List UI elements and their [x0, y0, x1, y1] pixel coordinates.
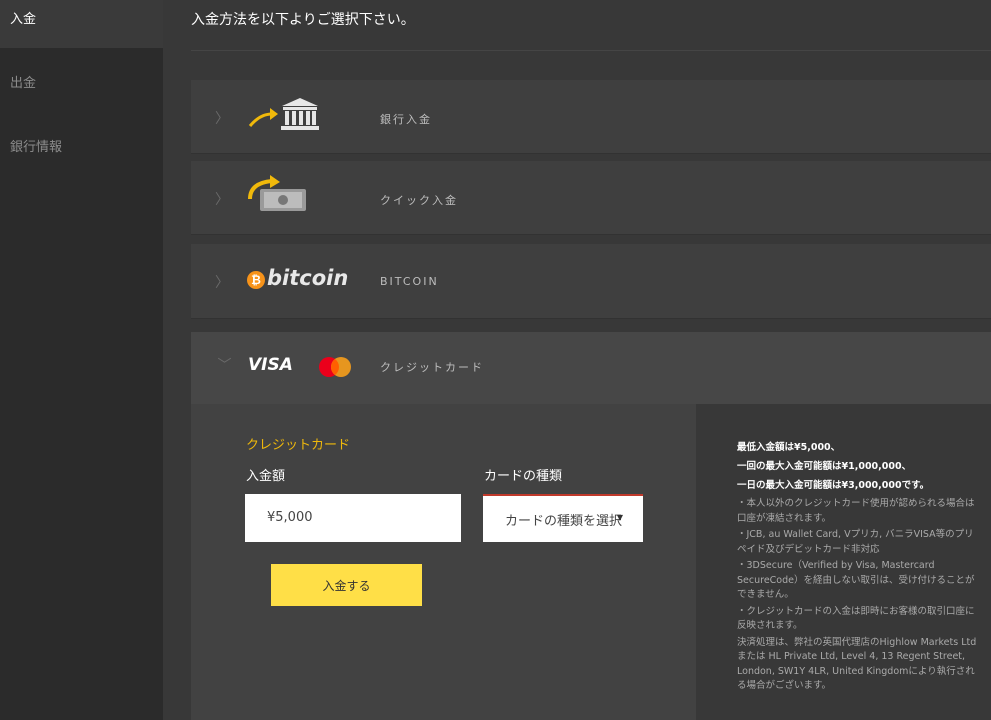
sidebar-item-label: 入金: [10, 12, 37, 27]
sidebar-item-bank-info[interactable]: 銀行情報: [0, 128, 163, 176]
method-label: クレジットカード: [380, 361, 484, 374]
method-bitcoin[interactable]: 〉 ₿ bitcoin BITCOIN: [191, 244, 991, 319]
card-type-label: カードの種類: [484, 469, 563, 484]
main-content: 入金方法を以下よりご選択下さい。 〉 銀行入金 〉 クイック入金 〉 ₿ bit…: [163, 0, 991, 720]
chevron-right-icon: 〉: [215, 192, 229, 208]
info-note: ・JCB, au Wallet Card, Vプリカ, バニラVISA等のプリペ…: [737, 529, 974, 555]
info-line: 一日の最大入金可能額は¥3,000,000です。: [737, 480, 930, 491]
info-line: 一回の最大入金可能額は¥1,000,000、: [737, 461, 912, 472]
sidebar-item-label: 出金: [10, 76, 37, 91]
sidebar-item-label: 銀行情報: [10, 140, 63, 155]
deposit-submit-button[interactable]: 入金する: [271, 564, 422, 606]
amount-value: ¥5,000: [267, 510, 313, 525]
method-label: 銀行入金: [380, 113, 432, 126]
sidebar: 入金 出金 銀行情報: [0, 0, 163, 720]
visa-logo: VISA: [248, 355, 293, 375]
amount-label: 入金額: [246, 469, 286, 484]
divider: [191, 50, 991, 51]
page-title: 入金方法を以下よりご選択下さい。: [191, 12, 415, 28]
method-credit-card[interactable]: 〉 VISA クレジットカード: [191, 332, 991, 405]
chevron-right-icon: 〉: [215, 275, 229, 291]
bank-icon: [248, 98, 319, 130]
amount-input[interactable]: ¥5,000: [245, 494, 461, 542]
quick-money-icon: [248, 175, 306, 211]
method-bank-transfer[interactable]: 〉 銀行入金: [191, 80, 991, 154]
bitcoin-icon: ₿: [247, 271, 265, 289]
info-note: ・本人以外のクレジットカード使用が認められる場合は口座が凍結されます。: [737, 498, 975, 524]
deposit-info: 最低入金額は¥5,000、 一回の最大入金可能額は¥1,000,000、 一日の…: [737, 440, 977, 694]
info-note: ・3DSecure（Verified by Visa, Mastercard S…: [737, 560, 975, 600]
bitcoin-logo: bitcoin: [267, 266, 349, 290]
chevron-down-icon: 〉: [215, 357, 231, 371]
info-note: 決済処理は、弊社の英国代理店のHighlow Markets Ltd または H…: [737, 636, 977, 692]
mastercard-logo: [319, 357, 351, 377]
chevron-right-icon: 〉: [215, 111, 229, 127]
card-type-select[interactable]: カードの種類を選択 ▼: [483, 494, 643, 542]
sidebar-item-deposit[interactable]: 入金: [0, 0, 163, 48]
card-type-select-value: カードの種類を選択: [505, 514, 623, 529]
info-line: 最低入金額は¥5,000、: [737, 442, 841, 453]
method-label: クイック入金: [380, 194, 458, 207]
method-label: BITCOIN: [380, 275, 439, 288]
form-title: クレジットカード: [246, 438, 351, 453]
caret-down-icon: ▼: [616, 513, 623, 522]
sidebar-item-withdraw[interactable]: 出金: [0, 64, 163, 112]
submit-label: 入金する: [322, 578, 371, 593]
info-note: ・クレジットカードの入金は即時にお客様の取引口座に反映されます。: [737, 605, 975, 632]
method-quick-deposit[interactable]: 〉 クイック入金: [191, 161, 991, 235]
